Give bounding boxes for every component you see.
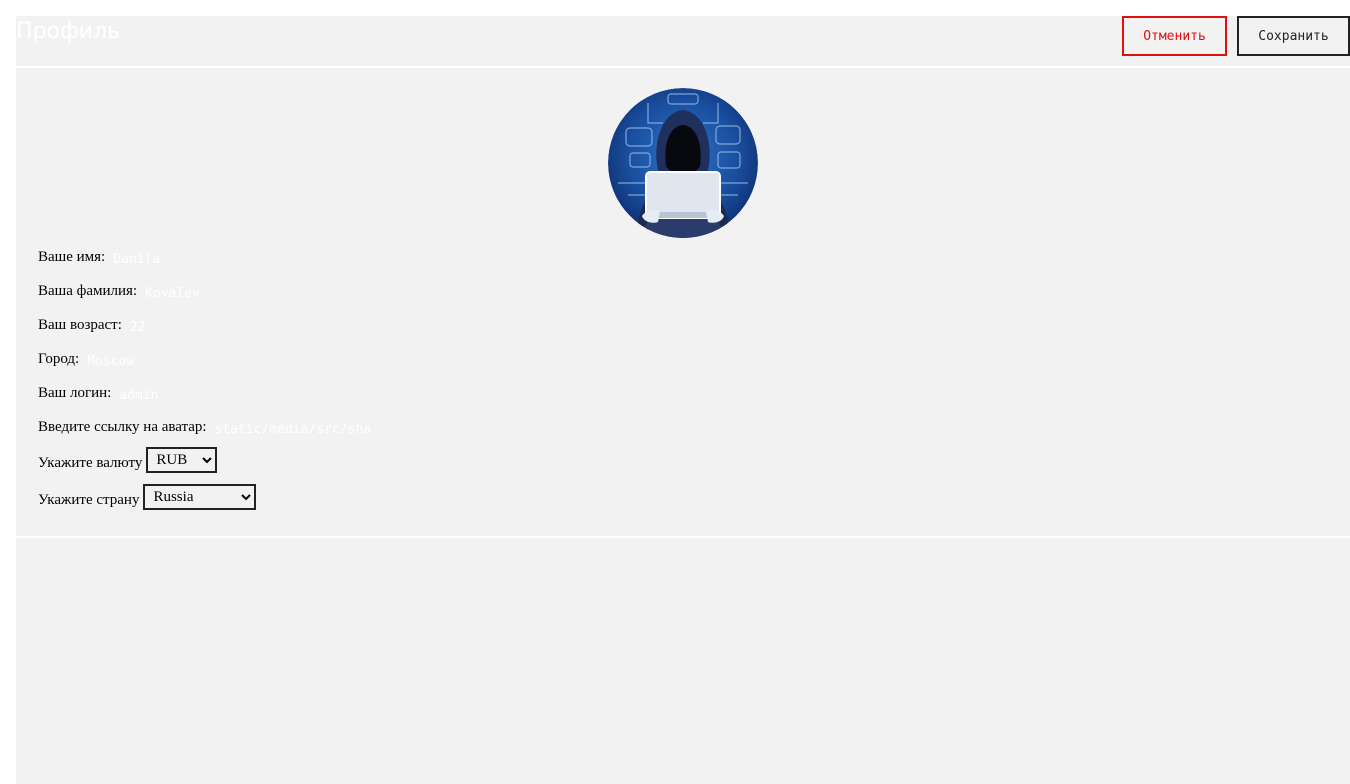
country-label: Укажите страну (38, 492, 140, 508)
avatar-url-input[interactable] (214, 422, 400, 437)
save-button[interactable]: Сохранить (1237, 16, 1350, 56)
age-row: Ваш возраст: (38, 317, 330, 335)
last-name-input[interactable] (145, 286, 346, 301)
login-input[interactable] (119, 388, 320, 403)
city-row: Город: (38, 351, 288, 369)
first-name-row: Ваше имя: (38, 249, 314, 267)
avatar-url-label: Введите ссылку на аватар: (38, 419, 207, 435)
currency-label: Укажите валюту (38, 455, 143, 471)
country-row: Укажите страну Russia (38, 484, 257, 510)
age-label: Ваш возраст: (38, 317, 122, 333)
currency-select[interactable]: RUB (146, 447, 218, 473)
first-name-label: Ваше имя: (38, 249, 106, 265)
age-input[interactable] (129, 320, 330, 335)
profile-page: Профиль Отменить Сохранить Ваше имя: Dan… (16, 16, 1350, 784)
login-label: Ваш логин: (38, 385, 112, 401)
avatar (608, 88, 758, 238)
currency-row: Укажите валюту RUB (38, 447, 218, 473)
city-input[interactable] (87, 354, 288, 369)
page-title: Профиль (16, 19, 121, 44)
country-select[interactable]: Russia (143, 484, 257, 510)
last-name-label: Ваша фамилия: (38, 283, 138, 299)
last-name-row: Ваша фамилия: (38, 283, 346, 301)
profile-header: Профиль Отменить Сохранить (16, 16, 1350, 68)
city-label: Город: (38, 351, 80, 367)
first-name-input[interactable] (113, 252, 314, 267)
avatar-url-row: Введите ссылку на аватар: (38, 419, 400, 437)
login-row: Ваш логин: (38, 385, 320, 403)
profile-card: Ваше имя: Ваша фамилия: Ваш возраст: Гор… (16, 68, 1350, 538)
cancel-button[interactable]: Отменить (1122, 16, 1227, 56)
